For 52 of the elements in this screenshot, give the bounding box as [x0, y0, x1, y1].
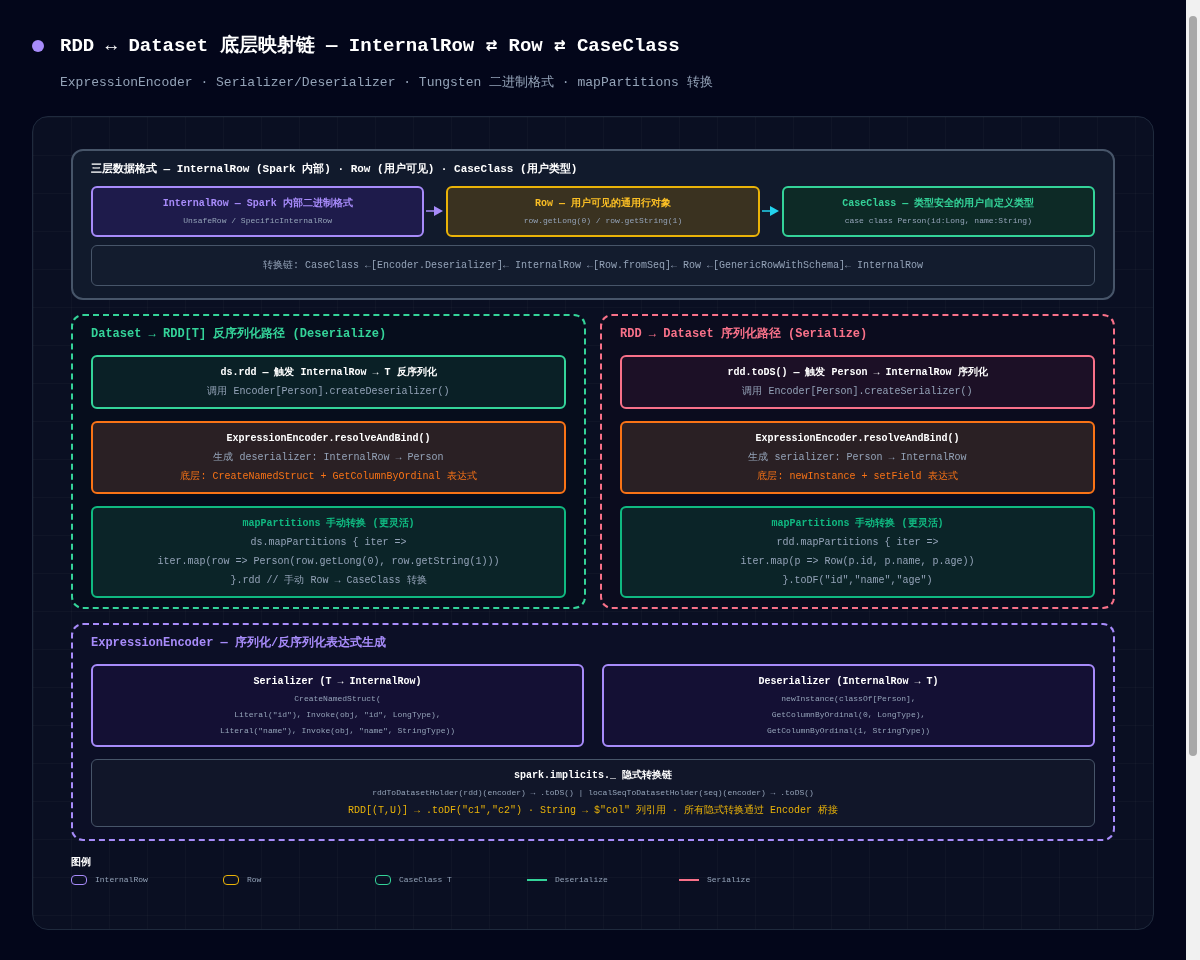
legend-label: Row: [247, 873, 262, 886]
panel-title: RDD → Dataset 序列化路径 (Serialize): [620, 325, 869, 343]
page-title: RDD ↔ Dataset 底层映射链 — InternalRow ⇄ Row ⇄ CaseClass: [60, 33, 681, 59]
arrow-icon: [761, 205, 780, 217]
step-detail: rdd.mapPartitions { iter =>: [776, 535, 939, 550]
arrow-icon: [426, 205, 445, 217]
step-title: ExpressionEncoder.resolveAndBind(): [226, 431, 431, 446]
card-title: Serializer (T → InternalRow): [253, 674, 422, 689]
step-detail: iter.map(row => Person(row.getLong(0), row.getString(1))): [157, 554, 500, 569]
legend-label: InternalRow: [95, 873, 148, 886]
code-line: CreateNamedStruct(: [294, 692, 381, 705]
card-title: Deserializer (InternalRow → T): [758, 674, 939, 689]
layer-detail: case class Person(id:Long, name:String): [844, 214, 1032, 227]
code-line: Literal("name"), Invoke(obj, "name", StringType)): [219, 724, 456, 737]
panel-title: Dataset → RDD[T] 反序列化路径 (Deserialize): [91, 325, 388, 343]
layer-detail: UnsafeRow / SpecificInternalRow: [183, 214, 333, 227]
code-line: newInstance(classOf[Person],: [781, 692, 916, 705]
step-detail: }.rdd // 手动 Row → CaseClass 转换: [230, 573, 427, 588]
panel-title: 三层数据格式 — InternalRow (Spark 内部) · Row (用户可见) · CaseClass (用户类型): [91, 161, 579, 177]
step-detail: 调用 Encoder[Person].createSerializer(): [742, 384, 973, 399]
scrollbar[interactable]: [1186, 0, 1200, 960]
step-detail: 调用 Encoder[Person].createDeserializer(): [207, 384, 450, 399]
step-detail: 生成 deserializer: InternalRow → Person: [213, 450, 444, 465]
legend-title: 图例: [71, 855, 92, 870]
chain-text: 转换链: CaseClass ←[Encoder.Deserializer]← InternalRow ←[Row.fromSeq]← Row ←[GenericRowWithSchema]← InternalRow: [262, 258, 924, 273]
layer-detail: row.getLong(0) / row.getString(1): [523, 214, 683, 227]
step-title: ds.rdd — 触发 InternalRow → T 反序列化: [220, 365, 437, 380]
step-detail: }.toDF("id","name","age"): [782, 573, 933, 588]
layer-title: CaseClass — 类型安全的用户自定义类型: [842, 196, 1035, 211]
layer-title: Row — 用户可见的通用行对象: [535, 196, 671, 211]
step-title: mapPartitions 手动转换 (更灵活): [242, 516, 415, 531]
legend-label: Serialize: [707, 873, 751, 886]
step-title: rdd.toDS() — 触发 Person → InternalRow 序列化: [727, 365, 988, 380]
code-line: GetColumnByOrdinal(1, StringType)): [766, 724, 931, 737]
card-title: spark.implicits._ 隐式转换链: [514, 768, 672, 783]
step-title: ExpressionEncoder.resolveAndBind(): [755, 431, 960, 446]
layer-title: InternalRow — Spark 内部二进制格式: [162, 196, 353, 211]
legend-label: Deserialize: [555, 873, 608, 886]
step-note: 底层: newInstance + setField 表达式: [757, 469, 958, 484]
step-detail: iter.map(p => Row(p.id, p.name, p.age)): [740, 554, 975, 569]
step-title: mapPartitions 手动转换 (更灵活): [771, 516, 944, 531]
scrollbar-thumb[interactable]: [1189, 16, 1197, 756]
code-line: rddToDatasetHolder(rdd)(encoder) → .toDS() | localSeqToDatasetHolder(seq)(encoder) → .toDS(): [372, 786, 814, 799]
page-subtitle: ExpressionEncoder · Serializer/Deserializer · Tungsten 二进制格式 · mapPartitions 转换: [60, 73, 713, 92]
step-note: 底层: CreateNamedStruct + GetColumnByOrdinal 表达式: [180, 469, 477, 484]
legend-label: CaseClass T: [399, 873, 452, 886]
step-detail: ds.mapPartitions { iter =>: [250, 535, 407, 550]
code-line: GetColumnByOrdinal(0, LongType),: [771, 708, 926, 721]
step-detail: 生成 serializer: Person → InternalRow: [748, 450, 967, 465]
code-line: Literal("id"), Invoke(obj, "id", LongType),: [234, 708, 441, 721]
implicits-note: RDD[(T,U)] → .toDF("c1","c2") · String → $"col" 列引用 · 所有隐式转换通过 Encoder 桥接: [347, 803, 839, 818]
panel-title: ExpressionEncoder — 序列化/反序列化表达式生成: [91, 634, 388, 652]
